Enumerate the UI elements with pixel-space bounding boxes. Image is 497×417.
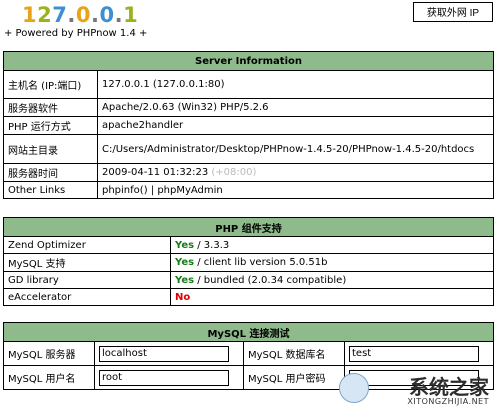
- server-info-label-php-mode: PHP 运行方式: [3, 116, 98, 135]
- status-yes: Yes: [175, 257, 195, 268]
- logo: 127.0.0.1: [22, 3, 138, 27]
- logo-char: .: [114, 3, 124, 27]
- server-timezone: (+08:00): [211, 167, 257, 178]
- server-info-label-time: 服务器时间: [3, 163, 98, 182]
- logo-char: .: [90, 3, 100, 27]
- server-info-table: Server Information 主机名 (IP:端口) 127.0.0.1…: [3, 51, 494, 199]
- status-no: No: [175, 291, 191, 303]
- server-info-value-time-cell: 2009-04-11 01:32:23 (+08:00): [97, 163, 494, 182]
- component-value-eaccelerator: No: [170, 288, 494, 306]
- component-label-eaccelerator: eAccelerator: [3, 288, 171, 306]
- logo-char: 0: [99, 3, 115, 27]
- logo-char: 1: [123, 3, 139, 27]
- mysql-server-cell: [94, 341, 244, 366]
- watermark-text: 系统之家: [409, 375, 489, 399]
- server-info-value-docroot: C:/Users/Administrator/Desktop/PHPnow-1.…: [97, 134, 494, 164]
- globe-icon: [339, 373, 369, 403]
- watermark-url: XITONGZHIJIA.NET: [407, 397, 489, 406]
- component-detail: / client lib version 5.0.51b: [194, 257, 328, 268]
- mysql-user-label: MySQL 用户名: [3, 365, 95, 390]
- mysql-password-label: MySQL 用户密码: [243, 365, 345, 390]
- logo-char: 0: [75, 3, 91, 27]
- server-info-label-links: Other Links: [3, 181, 98, 199]
- tagline: + Powered by PHPnow 1.4 +: [4, 28, 148, 39]
- component-detail: / 3.3.3: [194, 239, 230, 251]
- server-info-value-php-mode: apache2handler: [97, 116, 494, 135]
- logo-char: 1: [22, 3, 38, 27]
- mysql-db-label: MySQL 数据库名: [243, 341, 345, 366]
- component-value-mysql: Yes / client lib version 5.0.51b: [170, 253, 494, 272]
- component-value-zend: Yes / 3.3.3: [170, 236, 494, 254]
- server-info-label-docroot: 网站主目录: [3, 134, 98, 164]
- mysql-db-input[interactable]: [349, 345, 479, 362]
- get-external-ip-button[interactable]: 获取外网 IP: [413, 2, 493, 22]
- server-time: 2009-04-11 01:32:23: [102, 167, 209, 178]
- status-yes: Yes: [175, 274, 195, 286]
- server-info-value-software: Apache/2.0.63 (Win32) PHP/5.2.6: [97, 98, 494, 117]
- status-yes: Yes: [175, 239, 195, 251]
- mysql-test-title: MySQL 连接测试: [3, 322, 494, 342]
- logo-char: .: [67, 3, 76, 27]
- server-info-value-host: 127.0.0.1 (127.0.0.1:80): [97, 70, 494, 99]
- server-info-title: Server Information: [3, 51, 494, 71]
- logo-char: 7: [52, 3, 68, 27]
- php-components-table: PHP 组件支持 Zend Optimizer Yes / 3.3.3 MySQ…: [3, 217, 494, 306]
- mysql-db-cell: [344, 341, 494, 366]
- mysql-server-input[interactable]: [99, 345, 229, 362]
- component-label-zend: Zend Optimizer: [3, 236, 171, 254]
- component-label-gd: GD library: [3, 271, 171, 289]
- server-info-label-software: 服务器软件: [3, 98, 98, 117]
- component-detail: / bundled (2.0.34 compatible): [194, 274, 347, 286]
- other-links[interactable]: phpinfo() | phpMyAdmin: [97, 181, 494, 199]
- component-label-mysql: MySQL 支持: [3, 253, 171, 272]
- logo-char: 2: [37, 3, 53, 27]
- php-components-title: PHP 组件支持: [3, 217, 494, 237]
- mysql-user-cell: [94, 365, 244, 390]
- component-value-gd: Yes / bundled (2.0.34 compatible): [170, 271, 494, 289]
- server-info-label-host: 主机名 (IP:端口): [3, 70, 98, 99]
- mysql-server-label: MySQL 服务器: [3, 341, 95, 366]
- mysql-user-input[interactable]: [99, 369, 229, 386]
- watermark: 系统之家 XITONGZHIJIA.NET: [339, 371, 489, 411]
